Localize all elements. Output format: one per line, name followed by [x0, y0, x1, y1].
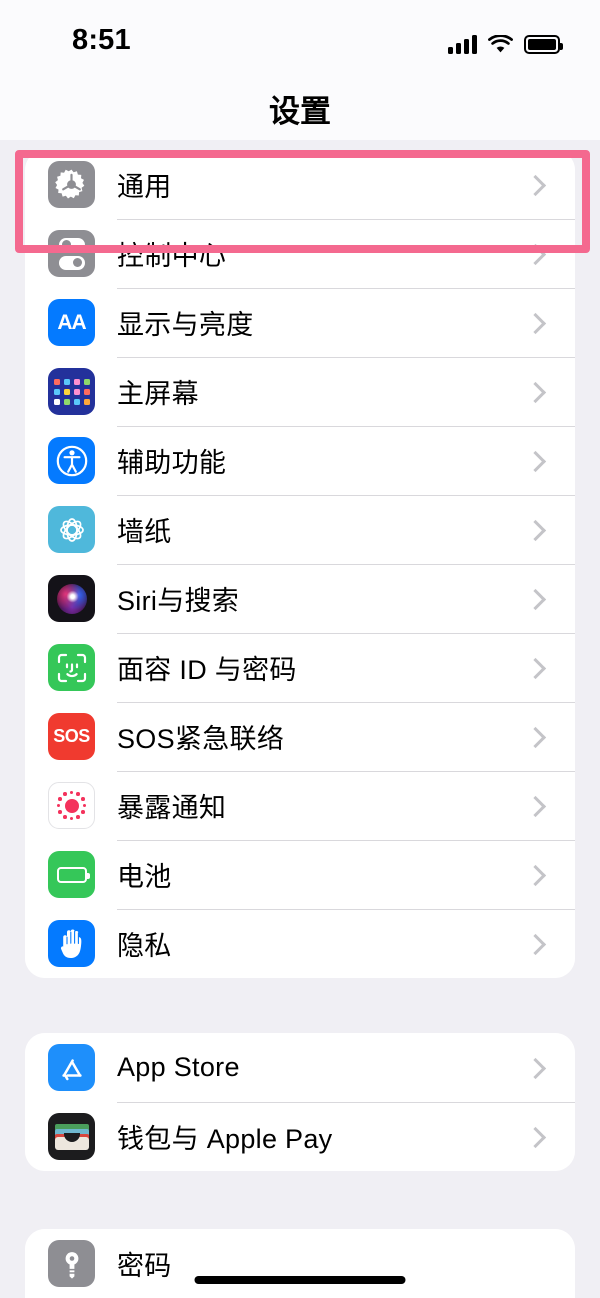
chevron-right-icon [527, 864, 540, 886]
settings-row-label: 墙纸 [117, 517, 172, 547]
sos-icon: SOS [48, 713, 95, 760]
settings-row-face-id-passcode[interactable]: 面容 ID 与密码 [25, 633, 575, 702]
page-title: 设置 [269, 94, 331, 129]
status-bar-indicators [448, 28, 563, 54]
wifi-icon [488, 34, 513, 54]
chevron-right-icon [527, 174, 540, 196]
settings-row-wallet-apple-pay[interactable]: 钱包与 Apple Pay [25, 1102, 575, 1171]
gear-icon [48, 161, 95, 208]
control-center-icon [48, 230, 95, 277]
wallet-icon [48, 1113, 95, 1160]
battery-full-icon [524, 35, 563, 54]
chevron-right-icon [527, 657, 540, 679]
chevron-right-icon [527, 1057, 540, 1079]
settings-row-control-center[interactable]: 控制中心 [25, 219, 575, 288]
privacy-hand-icon [48, 920, 95, 967]
settings-row-label: Siri与搜索 [117, 586, 240, 616]
settings-row-general[interactable]: 通用 [25, 150, 575, 219]
settings-row-wallpaper[interactable]: 墙纸 [25, 495, 575, 564]
wallpaper-icon [48, 506, 95, 553]
status-bar: 8:51 [0, 0, 600, 72]
chevron-right-icon [527, 381, 540, 403]
chevron-right-icon [527, 450, 540, 472]
cellular-signal-icon [448, 34, 477, 54]
chevron-right-icon [527, 588, 540, 610]
settings-row-label: 通用 [117, 172, 172, 202]
settings-row-accessibility[interactable]: 辅助功能 [25, 426, 575, 495]
settings-row-label: SOS紧急联络 [117, 724, 285, 754]
chevron-right-icon [527, 795, 540, 817]
settings-list: 通用 控制中心 AA 显示与亮度 主屏幕 辅助功能 墙纸 Siri与搜索 面容 … [0, 140, 600, 1298]
settings-row-app-store[interactable]: App Store [25, 1033, 575, 1102]
settings-row-label: 主屏幕 [117, 379, 199, 409]
settings-group-system: 通用 控制中心 AA 显示与亮度 主屏幕 辅助功能 墙纸 Siri与搜索 面容 … [25, 150, 575, 978]
settings-row-exposure-notifications[interactable]: 暴露通知 [25, 771, 575, 840]
settings-row-label: 钱包与 Apple Pay [117, 1124, 333, 1154]
settings-row-label: 面容 ID 与密码 [117, 655, 297, 685]
navigation-bar: 设置 [0, 72, 600, 140]
home-indicator-bar[interactable] [194, 1276, 406, 1284]
home-screen-icon [48, 368, 95, 415]
accessibility-icon [48, 437, 95, 484]
settings-row-label: 密码 [117, 1251, 172, 1281]
settings-row-label: App Store [117, 1052, 240, 1082]
settings-row-passwords[interactable]: 密码 [25, 1229, 575, 1298]
settings-group-stores: App Store 钱包与 Apple Pay [25, 1033, 575, 1171]
app-store-icon [48, 1044, 95, 1091]
siri-icon [48, 575, 95, 622]
chevron-right-icon [527, 726, 540, 748]
settings-row-label: 隐私 [117, 931, 172, 961]
chevron-right-icon [527, 243, 540, 265]
chevron-right-icon [527, 312, 540, 334]
battery-icon [48, 851, 95, 898]
settings-row-label: 显示与亮度 [117, 310, 254, 340]
settings-group-passwords: 密码 [25, 1229, 575, 1298]
settings-row-battery[interactable]: 电池 [25, 840, 575, 909]
settings-row-label: 辅助功能 [117, 448, 227, 478]
settings-row-label: 电池 [117, 862, 172, 892]
display-brightness-aa-icon: AA [48, 299, 95, 346]
settings-row-label: 暴露通知 [117, 793, 227, 823]
settings-row-privacy[interactable]: 隐私 [25, 909, 575, 978]
settings-row-emergency-sos[interactable]: SOS SOS紧急联络 [25, 702, 575, 771]
passwords-key-icon [48, 1240, 95, 1287]
chevron-right-icon [527, 1126, 540, 1148]
chevron-right-icon [527, 519, 540, 541]
face-id-icon [48, 644, 95, 691]
status-bar-time: 8:51 [72, 24, 131, 56]
settings-row-label: 控制中心 [117, 241, 227, 271]
settings-row-siri-search[interactable]: Siri与搜索 [25, 564, 575, 633]
settings-row-display-brightness[interactable]: AA 显示与亮度 [25, 288, 575, 357]
settings-row-home-screen[interactable]: 主屏幕 [25, 357, 575, 426]
exposure-notification-icon [48, 782, 95, 829]
chevron-right-icon [527, 933, 540, 955]
